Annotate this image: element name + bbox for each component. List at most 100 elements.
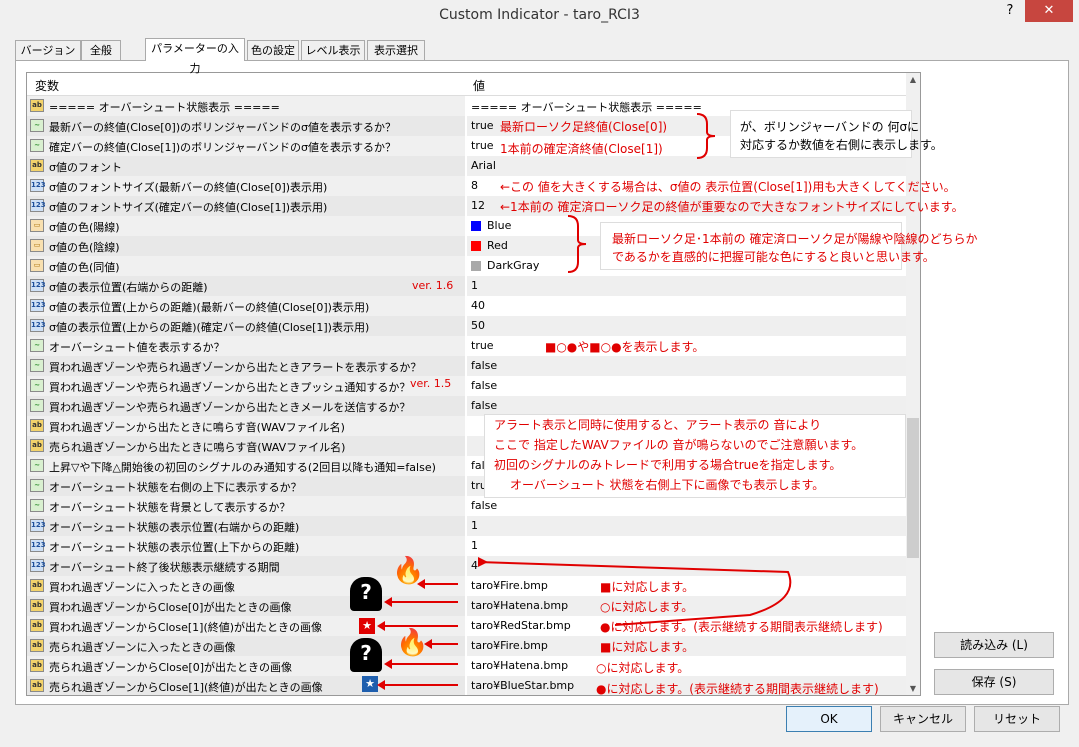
parameter-row[interactable]: ab σ値のフォント Arial — [27, 156, 907, 176]
annotation-latest-close: 最新ローソク足終値(Close[0]) — [500, 120, 668, 134]
parameter-name-cell[interactable]: 123 σ値の表示位置(上からの距離)(確定バーの終値(Close[1])表示用) — [27, 316, 466, 336]
parameter-row[interactable]: 123 オーバーシュート状態の表示位置(上下からの距離) 1 — [27, 536, 907, 556]
tab-colors[interactable]: 色の設定 — [247, 40, 299, 60]
parameter-value-cell[interactable]: 1 — [467, 276, 907, 296]
parameter-name-cell[interactable]: ab ===== オーバーシュート状態表示 ===== — [27, 96, 466, 116]
cancel-button[interactable]: キャンセル — [880, 706, 966, 732]
parameter-name-cell[interactable]: ▭ σ値の色(陽線) — [27, 216, 466, 236]
parameter-value-cell[interactable]: Arial — [467, 156, 907, 176]
parameter-value: true — [471, 119, 494, 132]
ab-type-icon: ab — [30, 439, 44, 452]
parameter-name: 買われ過ぎゾーンや売られ過ぎゾーンから出たときメールを送信するか？ — [49, 401, 411, 414]
annotation-image-5: ○に対応します。 — [596, 661, 690, 675]
parameter-value: false — [471, 359, 498, 372]
parameter-name-cell[interactable]: ~ オーバーシュート状態を右側の上下に表示するか？ — [27, 476, 466, 496]
parameter-row[interactable]: ~ 買われ過ぎゾーンや売られ過ぎゾーンから出たときメールを送信するか？ false — [27, 396, 907, 416]
parameter-name-cell[interactable]: ~ オーバーシュート値を表示するか？ — [27, 336, 466, 356]
annotation-image-3: ●に対応します。(表示継続する期間表示継続します) — [600, 620, 883, 634]
parameter-name: ===== オーバーシュート状態表示 ===== — [49, 101, 280, 114]
scroll-down-icon[interactable]: ▼ — [906, 684, 920, 693]
tab-visualization[interactable]: 表示選択 — [367, 40, 425, 60]
parameter-row[interactable]: ~ 買われ過ぎゾーンや売られ過ぎゾーンから出たときアラートを表示するか？ false — [27, 356, 907, 376]
parameter-row[interactable]: 123 オーバーシュート終了後状態表示継続する期間 4 — [27, 556, 907, 576]
parameter-value: taro¥Hatena.bmp — [471, 659, 569, 672]
parameter-name-cell[interactable]: ab 売られ過ぎゾーンからClose[1](終値)が出たときの画像 — [27, 676, 466, 695]
parameter-name-cell[interactable]: ▭ σ値の色(同値) — [27, 256, 466, 276]
help-button[interactable]: ? — [1000, 0, 1020, 22]
parameter-value: taro¥Fire.bmp — [471, 639, 548, 652]
parameter-row[interactable]: 123 オーバーシュート状態の表示位置(右端からの距離) 1 — [27, 516, 907, 536]
annotation-bb-note-2: 対応するか数値を右側に表示します。 — [740, 138, 943, 152]
parameter-value: true — [471, 139, 494, 152]
ok-button[interactable]: OK — [786, 706, 872, 732]
bool-type-icon: ~ — [30, 119, 44, 132]
parameter-value: taro¥BlueStar.bmp — [471, 679, 575, 692]
parameter-name-cell[interactable]: 123 σ値のフォントサイズ(最新バーの終値(Close[0])表示用) — [27, 176, 466, 196]
parameter-row[interactable]: 123 σ値の表示位置(上からの距離)(確定バーの終値(Close[1])表示用)… — [27, 316, 907, 336]
parameter-value-cell[interactable]: 50 — [467, 316, 907, 336]
scroll-thumb[interactable] — [907, 418, 919, 558]
parameter-name-cell[interactable]: ab 買われ過ぎゾーンから出たときに鳴らす音(WAVファイル名) — [27, 416, 466, 436]
tab-version-info[interactable]: バージョン情報 — [15, 40, 81, 77]
parameter-name: 買われ過ぎゾーンから出たときに鳴らす音(WAVファイル名) — [49, 421, 345, 434]
parameter-name-cell[interactable]: ab 売られ過ぎゾーンから出たときに鳴らす音(WAVファイル名) — [27, 436, 466, 456]
bool-type-icon: ~ — [30, 359, 44, 372]
tab-parameters[interactable]: パラメーターの入力 — [145, 38, 245, 75]
load-button[interactable]: 読み込み (L) — [934, 632, 1054, 658]
parameter-name-cell[interactable]: ab 売られ過ぎゾーンからClose[0]が出たときの画像 — [27, 656, 466, 676]
ab-type-icon: ab — [30, 579, 44, 592]
parameter-name-cell[interactable]: 123 σ値の表示位置(上からの距離)(最新バーの終値(Close[0])表示用) — [27, 296, 466, 316]
parameter-row[interactable]: 123 σ値の表示位置(上からの距離)(最新バーの終値(Close[0])表示用)… — [27, 296, 907, 316]
parameter-row[interactable]: ~ オーバーシュート状態を背景として表示するか？ false — [27, 496, 907, 516]
parameter-value-cell[interactable]: false — [467, 376, 907, 396]
ab-type-icon: ab — [30, 99, 44, 112]
parameter-name: σ値の色(陰線) — [49, 241, 120, 254]
parameter-row[interactable]: ab 買われ過ぎゾーンに入ったときの画像 taro¥Fire.bmp — [27, 576, 907, 596]
parameter-name-cell[interactable]: ~ 確定バーの終値(Close[1])のボリンジャーバンドのσ値を表示するか？ — [27, 136, 466, 156]
parameter-name: σ値の表示位置(上からの距離)(最新バーの終値(Close[0])表示用) — [49, 301, 370, 314]
parameter-name-cell[interactable]: 123 オーバーシュート状態の表示位置(右端からの距離) — [27, 516, 466, 536]
save-button[interactable]: 保存 (S) — [934, 669, 1054, 695]
parameter-row[interactable]: ~ 買われ過ぎゾーンや売られ過ぎゾーンから出たときプッシュ通知するか？ false — [27, 376, 907, 396]
parameter-value-cell[interactable]: false — [467, 496, 907, 516]
reset-button[interactable]: リセット — [974, 706, 1060, 732]
parameter-value: true — [471, 339, 494, 352]
tab-general[interactable]: 全般 — [81, 40, 121, 60]
parameter-name-cell[interactable]: ~ オーバーシュート状態を背景として表示するか？ — [27, 496, 466, 516]
parameter-value-cell[interactable]: 4 — [467, 556, 907, 576]
parameter-name-cell[interactable]: ab 買われ過ぎゾーンからClose[0]が出たときの画像 — [27, 596, 466, 616]
parameter-name-cell[interactable]: ~ 最新バーの終値(Close[0])のボリンジャーバンドのσ値を表示するか？ — [27, 116, 466, 136]
parameter-name-cell[interactable]: 123 オーバーシュート状態の表示位置(上下からの距離) — [27, 536, 466, 556]
parameter-name-cell[interactable]: ~ 買われ過ぎゾーンや売られ過ぎゾーンから出たときプッシュ通知するか？ — [27, 376, 466, 396]
parameter-name-cell[interactable]: ~ 買われ過ぎゾーンや売られ過ぎゾーンから出たときアラートを表示するか？ — [27, 356, 466, 376]
parameter-value-cell[interactable]: false — [467, 396, 907, 416]
parameter-value-cell[interactable]: 1 — [467, 516, 907, 536]
close-button[interactable]: ✕ — [1025, 0, 1073, 22]
parameter-name: オーバーシュート状態を右側の上下に表示するか？ — [49, 481, 302, 494]
parameter-value-cell[interactable]: 1 — [467, 536, 907, 556]
parameter-name-cell[interactable]: 123 σ値の表示位置(右端からの距離) — [27, 276, 466, 296]
scroll-up-icon[interactable]: ▲ — [906, 75, 920, 84]
parameter-row[interactable]: 123 σ値の表示位置(右端からの距離) 1 — [27, 276, 907, 296]
parameter-row[interactable]: ab 売られ過ぎゾーンに入ったときの画像 taro¥Fire.bmp — [27, 636, 907, 656]
parameter-row[interactable]: ab 買われ過ぎゾーンからClose[0]が出たときの画像 taro¥Hatena.… — [27, 596, 907, 616]
ab-type-icon: ab — [30, 679, 44, 692]
vertical-scrollbar[interactable]: ▲ ▼ — [906, 73, 920, 695]
parameter-name-cell[interactable]: ab σ値のフォント — [27, 156, 466, 176]
parameter-value: 40 — [471, 299, 485, 312]
parameter-name: 買われ過ぎゾーンや売られ過ぎゾーンから出たときアラートを表示するか？ — [49, 361, 422, 374]
parameter-row[interactable]: ~ オーバーシュート値を表示するか？ true — [27, 336, 907, 356]
color-swatch — [471, 241, 481, 251]
parameter-name-cell[interactable]: ~ 上昇▽や下降△開始後の初回のシグナルのみ通知する(2回目以降も通知=false… — [27, 456, 466, 476]
fire-icon: 🔥 — [392, 556, 425, 586]
parameter-name-cell[interactable]: 123 σ値のフォントサイズ(確定バーの終値(Close[1])表示用) — [27, 196, 466, 216]
tab-levels[interactable]: レベル表示 — [301, 40, 365, 60]
annotation-image-4: ■に対応します。 — [600, 640, 695, 654]
parameter-value: Blue — [487, 219, 512, 232]
parameter-name: 確定バーの終値(Close[1])のボリンジャーバンドのσ値を表示するか？ — [49, 141, 396, 154]
parameter-name-cell[interactable]: ~ 買われ過ぎゾーンや売られ過ぎゾーンから出たときメールを送信するか？ — [27, 396, 466, 416]
parameter-name-cell[interactable]: ▭ σ値の色(陰線) — [27, 236, 466, 256]
parameter-value-cell[interactable]: 40 — [467, 296, 907, 316]
parameter-row[interactable]: ab 売られ過ぎゾーンからClose[0]が出たときの画像 taro¥Hatena.… — [27, 656, 907, 676]
parameter-value-cell[interactable]: false — [467, 356, 907, 376]
